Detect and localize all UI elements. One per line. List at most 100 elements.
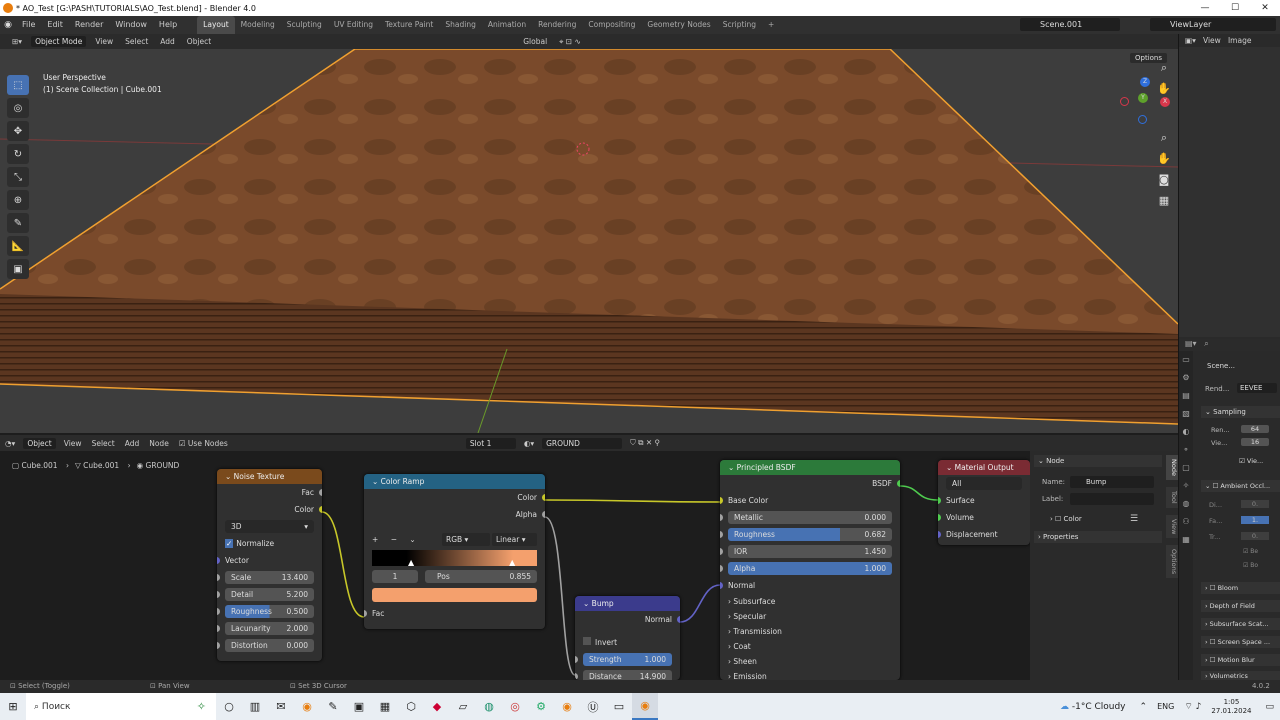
bsdf-ior-field[interactable]: IOR 1.450 <box>728 545 892 558</box>
noise-scale-socket[interactable] <box>217 574 220 581</box>
add-cube-tool-icon[interactable]: ▣ <box>7 259 29 279</box>
ramp-remove-stop-button[interactable]: − <box>391 535 397 544</box>
monitor-app-icon[interactable]: ▭ <box>606 693 632 720</box>
task-view-icon[interactable]: ○ <box>216 693 242 720</box>
principled-bsdf-node[interactable]: ⌄ Principled BSDF BSDF Base Color Metall… <box>720 460 900 680</box>
3d-viewport[interactable]: User Perspective (1) Scene Collection | … <box>0 49 1178 433</box>
widgets-icon[interactable]: ▥ <box>242 693 268 720</box>
sampling-panel-header[interactable]: ⌄ Sampling <box>1201 406 1280 418</box>
bsdf-section-emission[interactable]: › Emission <box>720 669 900 680</box>
tab-layout[interactable]: Layout <box>197 16 235 34</box>
bsdf-roughness-socket[interactable] <box>720 531 723 538</box>
bsdf-normal-socket[interactable] <box>720 582 723 589</box>
mail-icon[interactable]: ✉ <box>268 693 294 720</box>
ramp-add-stop-button[interactable]: + <box>372 535 378 544</box>
files-app-icon[interactable]: ▱ <box>450 693 476 720</box>
tab-geometry-nodes[interactable]: Geometry Nodes <box>641 16 716 34</box>
noise-texture-node[interactable]: ⌄ Noise Texture Fac Color 3D ▾ ✓ Normalize… <box>217 469 322 661</box>
viewport-menu-object[interactable]: Object <box>181 37 217 46</box>
start-windows-icon[interactable]: ⊞ <box>0 693 26 720</box>
noise-normalize-row[interactable]: ✓ Normalize <box>217 535 322 552</box>
select-box-icon[interactable]: ⬚ <box>7 75 29 95</box>
bump-distance-field[interactable]: Distance 14.900 <box>583 670 672 680</box>
chrome-browser-icon[interactable]: ◎ <box>502 693 528 720</box>
sidebar-tab-node[interactable]: Node <box>1166 455 1178 480</box>
bsdf-alpha-field[interactable]: Alpha 1.000 <box>728 562 892 575</box>
ssr-panel-header[interactable]: › ☐ Screen Space ... <box>1201 636 1280 648</box>
ramp-stop-index-field[interactable]: 1 <box>372 570 418 583</box>
noise-detail-socket[interactable] <box>217 591 220 598</box>
node-color-toggle[interactable]: › ☐ Color <box>1050 515 1082 523</box>
bsdf-alpha-socket[interactable] <box>720 565 723 572</box>
tab-sculpting[interactable]: Sculpting <box>281 16 328 34</box>
blender-menu-icon[interactable]: ◉ <box>0 16 16 34</box>
bump-invert-checkbox[interactable] <box>583 637 591 645</box>
material-output-node[interactable]: ⌄ Material Output All Surface Volume Dis… <box>938 460 1030 545</box>
rotate-tool-icon[interactable]: ↻ <box>7 144 29 164</box>
viewport-menu-view[interactable]: View <box>89 37 119 46</box>
motion-blur-panel-header[interactable]: › ☐ Motion Blur <box>1201 654 1280 666</box>
menu-render[interactable]: Render <box>69 16 109 34</box>
bump-strength-socket[interactable] <box>575 656 578 663</box>
noise-distortion-field[interactable]: Distortion 0.000 <box>225 639 314 652</box>
unity-icon[interactable]: ⬡ <box>398 693 424 720</box>
zoom-view-icon[interactable]: ⌕ <box>1156 130 1172 146</box>
node-label-field[interactable] <box>1070 493 1154 505</box>
bump-node-header[interactable]: ⌄ Bump <box>575 596 680 611</box>
bsdf-node-header[interactable]: ⌄ Principled BSDF <box>720 460 900 475</box>
bump-strength-field[interactable]: Strength 1.000 <box>583 653 672 666</box>
move-tool-icon[interactable]: ✥ <box>7 121 29 141</box>
bsdf-metallic-field[interactable]: Metallic 0.000 <box>728 511 892 524</box>
ramp-alpha-socket[interactable] <box>542 511 545 518</box>
network-volume-icon[interactable]: ⌔ ♪ <box>1184 701 1201 712</box>
tab-shading[interactable]: Shading <box>439 16 481 34</box>
noise-lacunarity-field[interactable]: Lacunarity 2.000 <box>225 622 314 635</box>
sidebar-tab-tool[interactable]: Tool <box>1166 487 1178 508</box>
material-browse-icon[interactable]: ◐▾ <box>519 439 539 448</box>
noise-roughness-socket[interactable] <box>217 608 220 615</box>
use-nodes-checkbox[interactable]: ☑ Use Nodes <box>174 439 233 448</box>
tab-uv-editing[interactable]: UV Editing <box>328 16 379 34</box>
node-color-list-icon[interactable]: ☰ <box>1130 514 1138 524</box>
gizmo-y-axis[interactable]: Y <box>1138 93 1148 103</box>
tray-chevron-icon[interactable]: ⌃ <box>1140 702 1148 712</box>
node-panel-header[interactable]: ⌄ Node <box>1034 455 1162 467</box>
node-menu-add[interactable]: Add <box>120 439 145 448</box>
blender-active-app-icon[interactable]: ◉ <box>632 693 658 720</box>
menu-file[interactable]: File <box>16 16 41 34</box>
noise-distortion-socket[interactable] <box>217 642 220 649</box>
properties-panel-header[interactable]: › Properties <box>1034 531 1162 543</box>
tab-scripting[interactable]: Scripting <box>717 16 762 34</box>
ramp-pos-field[interactable]: Pos 0.855 <box>425 570 537 583</box>
menu-window[interactable]: Window <box>109 16 153 34</box>
menu-help[interactable]: Help <box>153 16 183 34</box>
measure-tool-icon[interactable]: 📐 <box>7 236 29 256</box>
ramp-menu-chevron-icon[interactable]: ⌄ <box>409 535 415 544</box>
tab-compositing[interactable]: Compositing <box>582 16 641 34</box>
node-name-field[interactable]: Bump <box>1070 476 1154 488</box>
editor-app-icon[interactable]: ✎ <box>320 693 346 720</box>
ao-factor-field[interactable]: 1. <box>1241 516 1269 524</box>
taskbar-clock[interactable]: 1:05 27.01.2024 <box>1211 698 1251 716</box>
ramp-color-mode-dropdown[interactable]: RGB ▾ <box>442 533 490 546</box>
noise-detail-field[interactable]: Detail 5.200 <box>225 588 314 601</box>
ao-distance-field[interactable]: 0. <box>1241 500 1269 508</box>
blender-app-icon-1[interactable]: ◉ <box>294 693 320 720</box>
noise-color-socket[interactable] <box>319 506 322 513</box>
annotate-tool-icon[interactable]: ✎ <box>7 213 29 233</box>
viewlayer-selector[interactable]: ViewLayer <box>1150 18 1276 31</box>
ramp-node-header[interactable]: ⌄ Color Ramp <box>364 474 545 489</box>
color-ramp-node[interactable]: ⌄ Color Ramp Color Alpha + − ⌄ RGB ▾ Lin… <box>364 474 545 629</box>
viewport-denoise-checkbox[interactable]: ☑ Vie... <box>1239 457 1263 465</box>
sidebar-tab-options[interactable]: Options <box>1166 545 1178 579</box>
bsdf-section-coat[interactable]: › Coat <box>720 639 900 654</box>
viewport-menu-select[interactable]: Select <box>119 37 154 46</box>
transform-tool-icon[interactable]: ⊕ <box>7 190 29 210</box>
zoom-icon[interactable]: ⌕ <box>1156 60 1172 76</box>
render-engine-dropdown[interactable]: EEVEE <box>1237 383 1277 393</box>
weather-widget[interactable]: ☁ -1°C Cloudy <box>1060 702 1126 712</box>
unreal-engine-icon[interactable]: Ⓤ <box>580 693 606 720</box>
noise-vector-socket[interactable] <box>217 557 220 564</box>
material-actions-icon[interactable]: ⛉ ⧉ ✕ ⚲ <box>625 438 665 448</box>
material-name-field[interactable]: GROUND <box>542 437 623 449</box>
